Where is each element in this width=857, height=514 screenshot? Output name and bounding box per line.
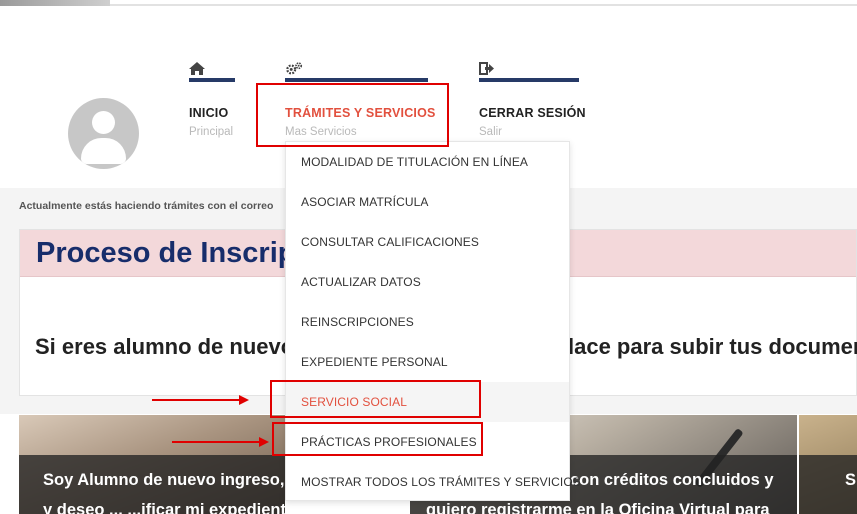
tile-text-line1: Soy Alumno de nuevo ingreso, [43,471,285,489]
nav-title-inicio: INICIO [189,106,229,120]
gears-icon [286,62,303,75]
tile-text-line2: quiero registrarme en la Oficina Virtual… [426,501,770,514]
nav-sub-inicio: Principal [189,126,234,138]
menu-item-asociar-matricula[interactable]: ASOCIAR MATRÍCULA [286,182,569,222]
avatar-head [92,111,115,134]
nav-title-cerrar: CERRAR SESIÓN [479,106,586,120]
nav-bar-cerrar [479,78,579,82]
top-divider [110,4,857,6]
avatar-shoulders [81,138,126,164]
notice-text: Actualmente estás haciendo trámites con … [19,200,274,212]
menu-item-consultar-calificaciones[interactable]: CONSULTAR CALIFICACIONES [286,222,569,262]
tile-third[interactable]: S [799,415,857,514]
menu-item-expediente-personal[interactable]: EXPEDIENTE PERSONAL [286,342,569,382]
menu-item-mostrar-todos[interactable]: MOSTRAR TODOS LOS TRÁMITES Y SERVICIOS [286,462,581,502]
annotation-box-tramites [256,83,449,147]
annotation-arrow-servicio-social [152,395,249,405]
menu-item-modalidad-titulacion[interactable]: MODALIDAD DE TITULACIÓN EN LÍNEA [286,142,569,182]
top-shadow [0,0,110,6]
sign-out-icon [479,62,494,75]
annotation-box-servicio-social [270,380,481,418]
nav-bar-inicio [189,78,235,82]
home-icon [189,62,205,75]
menu-item-reinscripciones[interactable]: REINSCRIPCIONES [286,302,569,342]
tile-text-line2: y deseo ... ...ificar mi expediente o [43,501,285,514]
annotation-arrow-practicas [172,437,269,447]
process-text-left: Si eres alumno de nuevo [35,334,295,359]
nav-bar-tramites [285,78,428,82]
nav-sub-cerrar: Salir [479,126,503,138]
menu-item-actualizar-datos[interactable]: ACTUALIZAR DATOS [286,262,569,302]
tile-text-line1: S [845,471,857,489]
tile-text-line1: con créditos concluidos y [570,471,774,489]
avatar [68,98,139,169]
annotation-box-practicas [272,422,483,456]
process-text-right: lace para subir tus documentos [568,334,857,359]
tile-nuevo-ingreso[interactable]: Soy Alumno de nuevo ingreso, y deseo ...… [19,415,285,514]
